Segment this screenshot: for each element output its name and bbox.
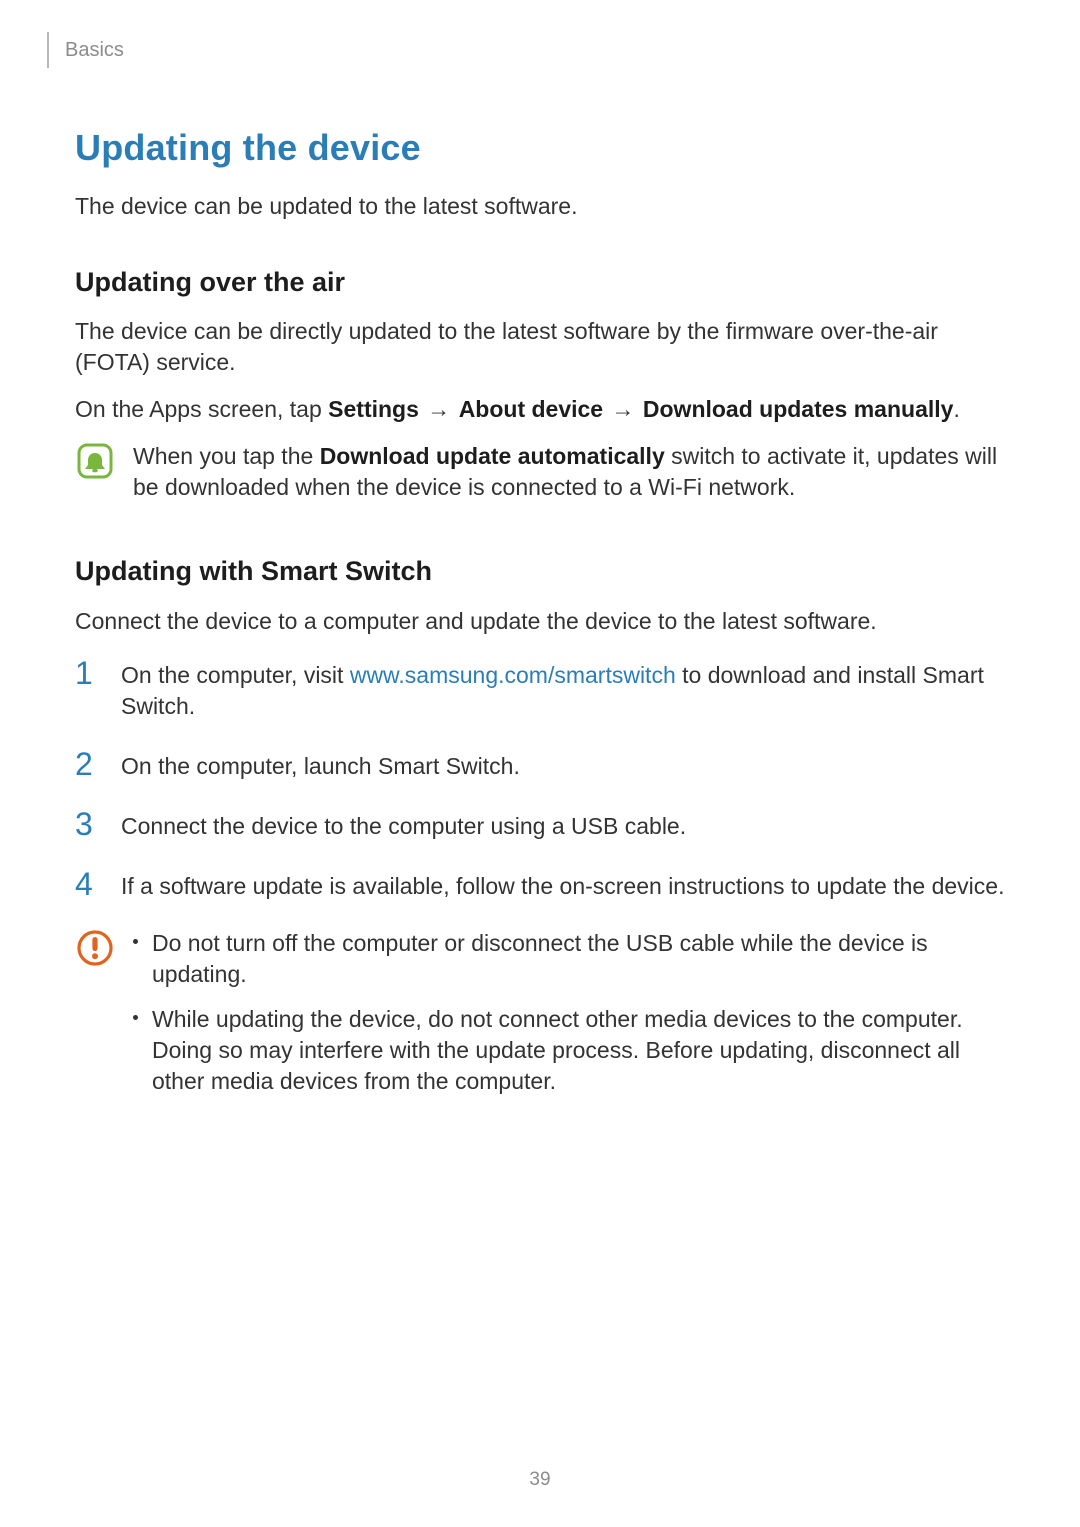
bullet-item: Do not turn off the computer or disconne…: [133, 928, 1005, 990]
step-text: On the computer, visit www.samsung.com/s…: [121, 657, 1005, 722]
arrow-icon: →: [612, 396, 635, 422]
step-number: 1: [75, 657, 103, 722]
ota-paragraph-1: The device can be directly updated to th…: [75, 316, 1005, 378]
caution-text: Do not turn off the computer or disconne…: [133, 928, 1005, 1111]
page-content: Basics Updating the device The device ca…: [0, 0, 1080, 1111]
bullet-text: Do not turn off the computer or disconne…: [152, 928, 1005, 990]
running-header: Basics: [75, 32, 1005, 68]
arrow-icon: →: [427, 396, 450, 422]
ordered-list: 1 On the computer, visit www.samsung.com…: [75, 657, 1005, 902]
step-number: 3: [75, 808, 103, 842]
list-item: 4 If a software update is available, fol…: [75, 868, 1005, 902]
ota-p2-settings: Settings: [328, 396, 419, 422]
ota-p2-pre: On the Apps screen, tap: [75, 396, 328, 422]
caution-icon: [75, 928, 115, 1111]
step-number: 4: [75, 868, 103, 902]
bullet-dot-icon: [133, 939, 138, 944]
step-number: 2: [75, 748, 103, 782]
page-number: 39: [0, 1467, 1080, 1493]
step-text: If a software update is available, follo…: [121, 868, 1005, 902]
intro-paragraph: The device can be updated to the latest …: [75, 191, 1005, 222]
smartswitch-paragraph-1: Connect the device to a computer and upd…: [75, 606, 1005, 637]
step-text: On the computer, launch Smart Switch.: [121, 748, 1005, 782]
note-pre: When you tap the: [133, 443, 320, 469]
note-text: When you tap the Download update automat…: [133, 441, 1005, 511]
running-title: Basics: [65, 37, 124, 64]
note-block: When you tap the Download update automat…: [75, 441, 1005, 511]
caution-block: Do not turn off the computer or disconne…: [75, 928, 1005, 1111]
list-item: 1 On the computer, visit www.samsung.com…: [75, 657, 1005, 722]
ota-p2-post: .: [953, 396, 959, 422]
list-item: 3 Connect the device to the computer usi…: [75, 808, 1005, 842]
smartswitch-link[interactable]: www.samsung.com/smartswitch: [350, 662, 676, 688]
list-item: 2 On the computer, launch Smart Switch.: [75, 748, 1005, 782]
page-title: Updating the device: [75, 124, 1005, 173]
note-bold: Download update automatically: [320, 443, 665, 469]
section-title-smartswitch: Updating with Smart Switch: [75, 553, 1005, 589]
ota-p2-download-manually: Download updates manually: [643, 396, 954, 422]
section-title-ota: Updating over the air: [75, 264, 1005, 300]
step1-pre: On the computer, visit: [121, 662, 350, 688]
bullet-text: While updating the device, do not connec…: [152, 1004, 1005, 1097]
header-rule: [47, 32, 49, 68]
ota-paragraph-2: On the Apps screen, tap Settings → About…: [75, 394, 1005, 425]
bullet-dot-icon: [133, 1015, 138, 1020]
step-text: Connect the device to the computer using…: [121, 808, 1005, 842]
ota-p2-about-device: About device: [459, 396, 603, 422]
bullet-item: While updating the device, do not connec…: [133, 1004, 1005, 1097]
note-icon: [75, 441, 115, 511]
